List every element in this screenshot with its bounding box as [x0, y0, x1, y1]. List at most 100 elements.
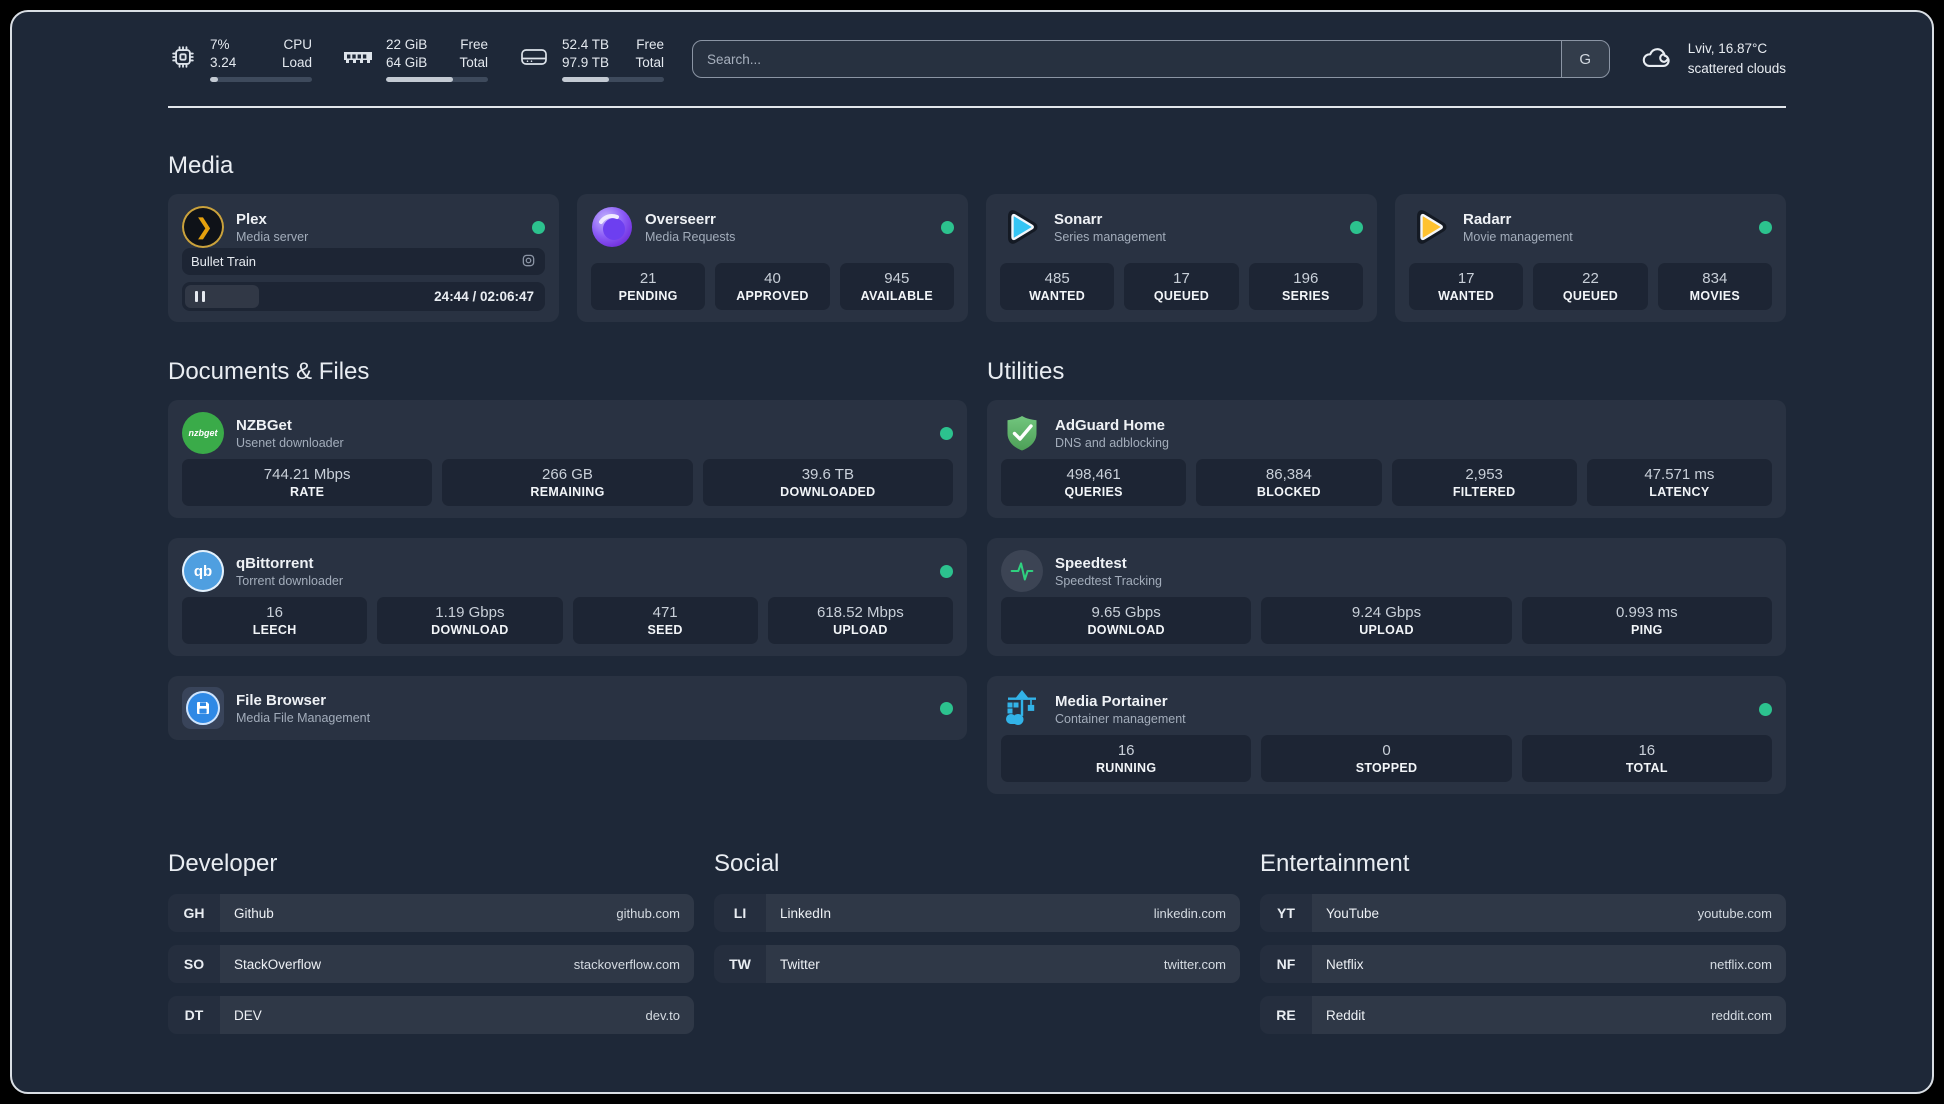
status-dot — [1350, 220, 1363, 234]
sonarr-icon — [1000, 206, 1042, 248]
memory-free-label: Free — [460, 37, 488, 52]
bookmark-name: Github — [234, 905, 274, 921]
service-description: DNS and adblocking — [1055, 435, 1169, 450]
filebrowser-icon — [182, 687, 224, 730]
bookmark-url: github.com — [616, 905, 680, 921]
service-description: Container management — [1055, 711, 1186, 726]
service-card-qbittorrent[interactable]: qb qBittorrent Torrent downloader 16 LEEC… — [168, 538, 967, 657]
stat-downloaded: 39.6 TB DOWNLOADED — [702, 459, 953, 507]
service-description: Usenet downloader — [236, 435, 344, 450]
bookmarks-social: Social LI LinkedIn linkedin.com TW Twitte… — [714, 850, 1240, 1047]
bookmark-abbr: GH — [168, 894, 220, 932]
service-card-filebrowser[interactable]: File Browser Media File Management — [168, 676, 967, 741]
top-bar: 7% 3.24 CPU Load 22 GiB 64 GiB Free Tota… — [168, 36, 1786, 83]
stat-seed: 471 SEED — [572, 597, 758, 645]
bookmark-url: reddit.com — [1711, 1007, 1772, 1023]
status-dot — [1759, 220, 1772, 234]
stat-total: 16 TOTAL — [1521, 735, 1772, 783]
service-description: Media server — [236, 229, 309, 244]
stat-queued: 17 QUEUED — [1124, 263, 1239, 311]
service-card-portainer[interactable]: Media Portainer Container management 16 R… — [987, 676, 1786, 795]
service-card-overseerr[interactable]: Overseerr Media Requests 21 PENDING 40 APP… — [577, 194, 968, 323]
bookmark-dev[interactable]: DT DEV dev.to — [168, 996, 694, 1035]
bookmark-name: DEV — [234, 1007, 262, 1023]
service-description: Movie management — [1463, 229, 1573, 244]
stat-remaining: 266 GB REMAINING — [442, 459, 693, 507]
status-dot — [940, 564, 953, 578]
status-dot — [940, 426, 953, 440]
service-card-speedtest[interactable]: Speedtest Speedtest Tracking 9.65 Gbps DO… — [987, 538, 1786, 657]
nzbget-icon: nzbget — [182, 412, 224, 455]
service-card-sonarr[interactable]: Sonarr Series management 485 WANTED 17 QUE… — [986, 194, 1377, 323]
section-title-utilities: Utilities — [987, 358, 1065, 386]
bookmark-abbr: NF — [1260, 945, 1312, 983]
disk-free-value: 52.4 TB — [562, 37, 610, 52]
section-title-social: Social — [714, 850, 780, 878]
status-dot — [1759, 702, 1772, 716]
service-name: Sonarr — [1054, 210, 1103, 228]
bookmark-abbr: YT — [1260, 894, 1312, 932]
service-name: File Browser — [236, 691, 327, 709]
search-input[interactable] — [693, 41, 1561, 78]
bookmark-abbr: DT — [168, 996, 220, 1034]
status-dot — [532, 220, 545, 234]
service-name: Plex — [236, 210, 267, 228]
bookmark-netflix[interactable]: NF Netflix netflix.com — [1260, 945, 1786, 984]
stat-download: 1.19 Gbps DOWNLOAD — [377, 597, 563, 645]
plex-icon: ❯ — [182, 206, 224, 249]
stat-leech: 16 LEECH — [182, 597, 368, 645]
stat-running: 16 RUNNING — [1001, 735, 1252, 783]
search-provider-button[interactable]: G — [1560, 41, 1609, 78]
service-card-radarr[interactable]: Radarr Movie management 17 WANTED 22 QUEUE… — [1395, 194, 1786, 323]
memory-free-value: 22 GiB — [386, 37, 428, 52]
section-title-media: Media — [168, 152, 234, 180]
stat-wanted: 17 WANTED — [1409, 263, 1524, 311]
bookmark-abbr: LI — [714, 894, 766, 932]
bookmark-youtube[interactable]: YT YouTube youtube.com — [1260, 894, 1786, 933]
bookmark-name: Reddit — [1326, 1007, 1366, 1023]
bookmark-github[interactable]: GH Github github.com — [168, 894, 694, 933]
cpu-usage-label: CPU — [283, 37, 312, 52]
service-name: Overseerr — [645, 210, 716, 228]
service-description: Series management — [1054, 229, 1166, 244]
bookmark-url: twitter.com — [1163, 956, 1226, 972]
memory-total-value: 64 GiB — [386, 55, 428, 71]
bookmarks-entertainment: Entertainment YT YouTube youtube.com NF N… — [1260, 850, 1786, 1047]
pause-icon — [195, 291, 198, 303]
header-divider — [168, 106, 1786, 109]
section-title-developer: Developer — [168, 850, 278, 878]
bookmark-linkedin[interactable]: LI LinkedIn linkedin.com — [714, 894, 1240, 933]
pause-button[interactable] — [185, 285, 259, 309]
service-card-nzbget[interactable]: nzbget NZBGet Usenet downloader 744.21 M… — [168, 400, 967, 519]
bookmark-name: StackOverflow — [234, 956, 322, 972]
cpu-load-label: Load — [281, 55, 312, 71]
stat-filtered: 2,953 FILTERED — [1391, 459, 1577, 507]
stat-available: 945 AVAILABLE — [839, 263, 954, 311]
bookmark-name: Netflix — [1326, 956, 1364, 972]
stat-approved: 40 APPROVED — [715, 263, 830, 311]
bookmark-name: Twitter — [780, 956, 820, 972]
bookmark-stackoverflow[interactable]: SO StackOverflow stackoverflow.com — [168, 945, 694, 984]
service-name: Radarr — [1463, 210, 1512, 228]
qbittorrent-icon: qb — [182, 550, 224, 593]
bookmark-url: youtube.com — [1697, 905, 1772, 921]
adguard-icon — [1001, 412, 1043, 454]
disk-progress-bar — [562, 77, 664, 83]
memory-widget: 22 GiB 64 GiB Free Total — [342, 36, 488, 83]
bookmark-reddit[interactable]: RE Reddit reddit.com — [1260, 996, 1786, 1035]
weather-location: Lviv, 16.87°C — [1687, 40, 1768, 56]
middle-columns: Documents & Files nzbget NZBGet Usenet d… — [168, 358, 1786, 795]
player-bar: 24:44 / 02:06:47 — [182, 282, 545, 312]
service-card-adguard[interactable]: AdGuard Home DNS and adblocking 498,461 Q… — [987, 400, 1786, 519]
system-stats: 7% 3.24 CPU Load 22 GiB 64 GiB Free Tota… — [168, 36, 664, 83]
stat-download: 9.65 Gbps DOWNLOAD — [1001, 597, 1252, 645]
stat-wanted: 485 WANTED — [1000, 263, 1115, 311]
bookmark-url: linkedin.com — [1153, 905, 1226, 921]
radarr-icon — [1409, 206, 1451, 248]
bookmark-abbr: RE — [1260, 996, 1312, 1034]
now-playing-title: Bullet Train — [191, 254, 257, 270]
playback-time: 24:44 / 02:06:47 — [434, 289, 534, 305]
bookmark-twitter[interactable]: TW Twitter twitter.com — [714, 945, 1240, 984]
service-description: Speedtest Tracking — [1055, 573, 1163, 588]
service-card-plex[interactable]: ❯ Plex Media server Bullet Train 24:44 /… — [168, 194, 559, 323]
